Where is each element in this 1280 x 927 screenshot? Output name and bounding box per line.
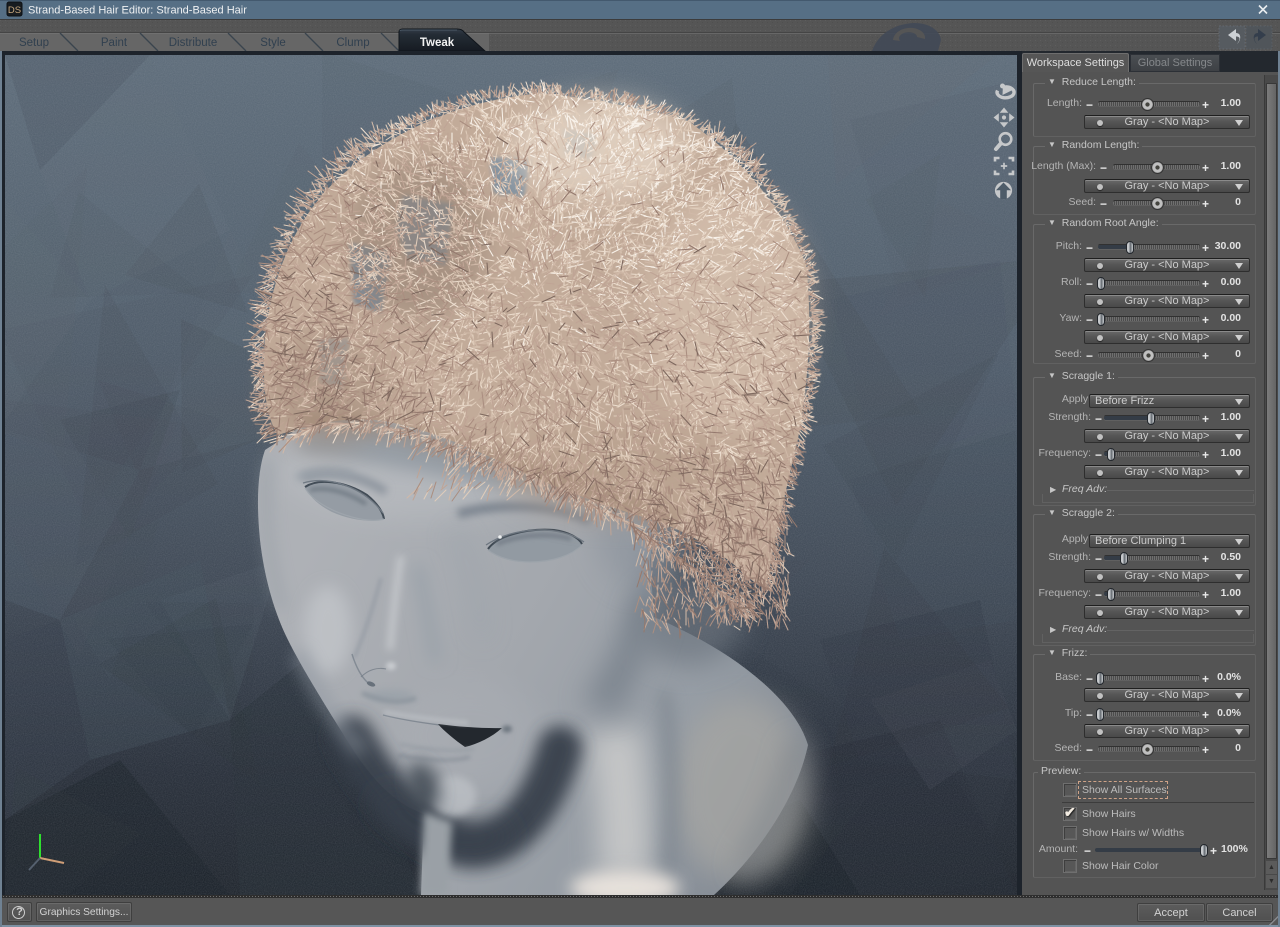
svg-text:Style: Style	[260, 37, 286, 49]
svg-text:Tweak: Tweak	[420, 37, 455, 49]
svg-text:Clump: Clump	[336, 37, 369, 49]
svg-text:Paint: Paint	[101, 37, 128, 49]
svg-text:Distribute: Distribute	[169, 37, 218, 49]
svg-text:DS: DS	[8, 5, 21, 16]
svg-text:Strand-Based Hair Editor: Stra: Strand-Based Hair Editor: Strand-Based H…	[28, 5, 247, 17]
svg-text:Setup: Setup	[19, 37, 49, 49]
